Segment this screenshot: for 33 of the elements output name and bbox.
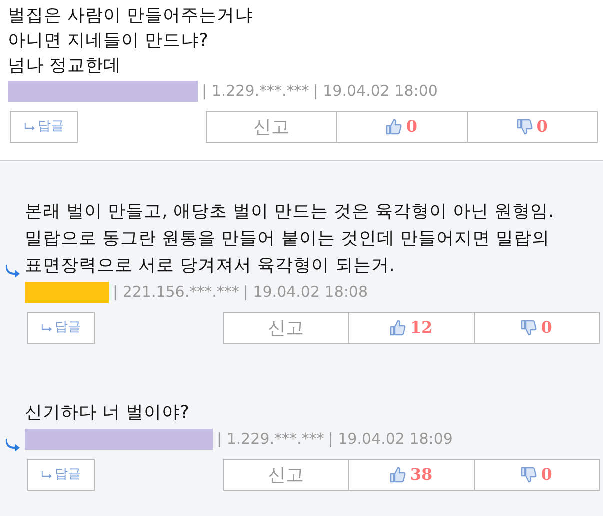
comment-text: 아니면 지네들이 만드냐? (8, 30, 208, 53)
reply-button[interactable]: 답글 (27, 312, 95, 344)
thumbs-up-icon (390, 467, 406, 483)
comment-text: 벌집은 사람이 만들어주는거냐 (8, 5, 254, 28)
dislike-count: 0 (541, 464, 552, 486)
reply-button[interactable]: 답글 (10, 111, 78, 143)
comment-text: 신기하다 너 벌이야? (25, 402, 190, 425)
ip-address: | 221.156.***.*** (113, 282, 240, 303)
like-count: 12 (410, 317, 433, 339)
dislike-count: 0 (536, 116, 548, 138)
ip-address: | 1.229.***.*** (202, 80, 310, 102)
comment-date: | 19.04.02 18:00 (313, 80, 438, 102)
comment-date: | 19.04.02 18:09 (328, 428, 453, 450)
comment-text: 본래 벌이 만들고, 애당초 벌이 만드는 것은 육각형이 아닌 원형임. (25, 201, 554, 224)
comment-text: 밀랍으로 동그란 원통을 만들어 붙이는 것인데 만들어지면 밀랍의 (25, 228, 550, 251)
comment-date: | 19.04.02 18:08 (243, 282, 368, 303)
thumbs-down-icon (521, 467, 538, 483)
thumbs-up-icon (386, 119, 402, 135)
reply-button[interactable]: 답글 (27, 459, 95, 491)
reply-arrow-icon (41, 323, 53, 333)
reply-arrow-icon (5, 264, 21, 279)
like-count: 0 (406, 116, 418, 138)
comment-text: 표면장력으로 서로 당겨져서 육각형이 되는거. (25, 255, 395, 278)
thumbs-up-icon (390, 320, 406, 336)
reply-arrow-icon (5, 438, 21, 453)
thumbs-down-icon (521, 320, 538, 336)
ip-address: | 1.229.***.*** (217, 428, 324, 450)
thumbs-down-icon (516, 119, 533, 135)
reply-arrow-icon (41, 470, 53, 480)
dislike-count: 0 (541, 317, 552, 339)
like-count: 38 (410, 464, 433, 486)
reply-arrow-icon (24, 122, 36, 132)
comment-text: 넘나 정교한데 (8, 55, 122, 78)
